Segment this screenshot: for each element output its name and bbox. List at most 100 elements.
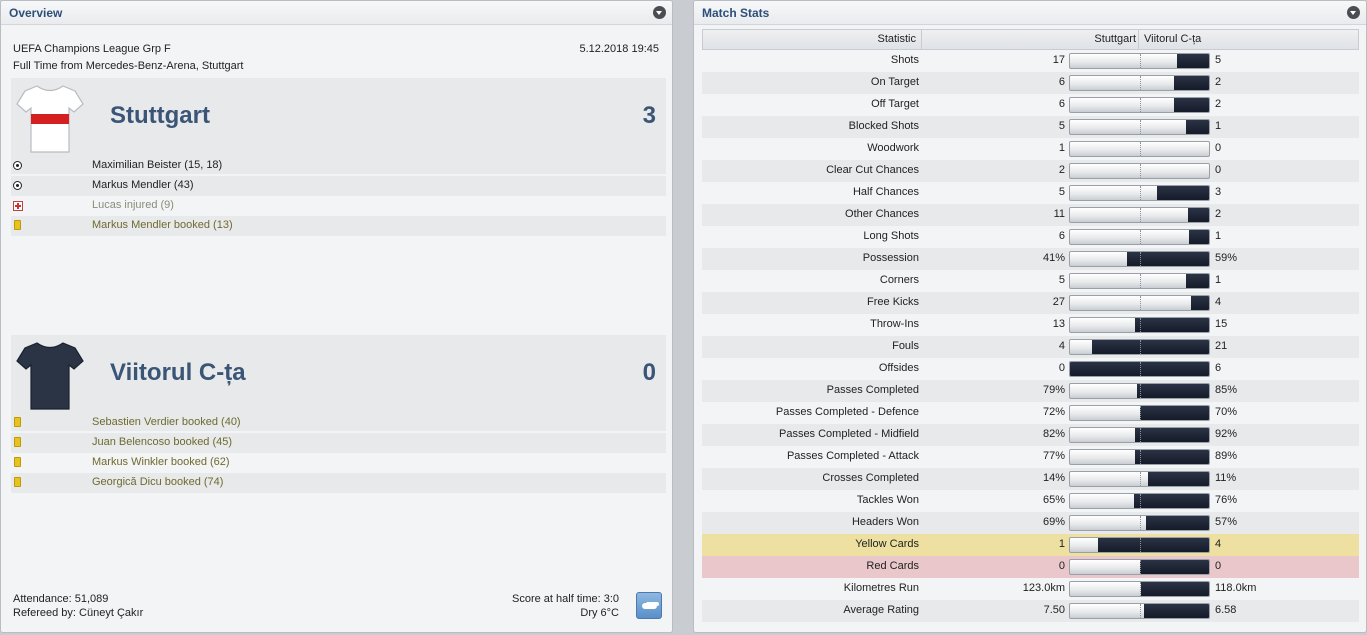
stat-label: On Target	[870, 76, 919, 88]
home-event-row: Markus Mendler (43)	[11, 176, 666, 196]
stat-bar-away-fill	[1135, 428, 1209, 442]
stat-comparison-bar	[1069, 251, 1210, 267]
away-event-text[interactable]: Juan Belencoso booked (45)	[92, 436, 232, 448]
stat-bar-midline	[1140, 340, 1141, 354]
stat-away-value: 1	[1215, 274, 1222, 286]
stat-comparison-bar	[1069, 383, 1210, 399]
away-event-text[interactable]: Sebastien Verdier booked (40)	[92, 416, 241, 428]
stat-comparison-bar	[1069, 97, 1210, 113]
stat-bar-away-fill	[1191, 296, 1209, 310]
stat-row: Yellow Cards 1 4	[702, 534, 1359, 556]
stat-home-value: 79%	[1042, 384, 1065, 396]
stat-bar-midline	[1140, 296, 1141, 310]
stat-home-value: 72%	[1042, 406, 1065, 418]
ball-icon	[13, 161, 22, 170]
stat-row: Other Chances 11 2	[702, 204, 1359, 226]
stat-label: Passes Completed - Midfield	[778, 428, 919, 440]
stat-away-value: 85%	[1215, 384, 1238, 396]
stat-label: Shots	[890, 54, 919, 66]
stat-comparison-bar	[1069, 339, 1210, 355]
stat-bar-midline	[1140, 582, 1141, 596]
stat-home-value: 2	[1058, 164, 1065, 176]
stat-home-value: 0	[1058, 362, 1065, 374]
stat-bar-away-fill	[1140, 582, 1209, 596]
stat-label: Woodwork	[867, 142, 919, 154]
stat-home-value: 82%	[1042, 428, 1065, 440]
stat-bar-midline	[1140, 428, 1141, 442]
stat-row: Woodwork 1 0	[702, 138, 1359, 160]
stat-comparison-bar	[1069, 603, 1210, 619]
stat-bar-midline	[1140, 142, 1141, 156]
stat-bar-midline	[1140, 274, 1141, 288]
column-header-statistic[interactable]: Statistic	[703, 30, 922, 49]
stat-row: Passes Completed - Attack 77% 89%	[702, 446, 1359, 468]
stat-label: Other Chances	[845, 208, 919, 220]
stat-home-value: 4	[1058, 340, 1065, 352]
home-event-text[interactable]: Markus Mendler (43)	[92, 179, 193, 191]
stat-home-value: 6	[1058, 230, 1065, 242]
stat-bar-midline	[1140, 120, 1141, 134]
away-event-text[interactable]: Markus Winkler booked (62)	[92, 456, 230, 468]
stat-home-value: 65%	[1042, 494, 1065, 506]
match-stats-header: Match Stats	[694, 1, 1366, 25]
stat-label: Clear Cut Chances	[826, 164, 919, 176]
ball-icon	[13, 181, 22, 190]
stat-comparison-bar	[1069, 471, 1210, 487]
stat-label: Crosses Completed	[822, 472, 919, 484]
stat-home-value: 27	[1052, 296, 1065, 308]
stat-away-value: 59%	[1215, 252, 1238, 264]
stat-bar-away-fill	[1134, 318, 1209, 332]
home-event-row: Markus Mendler booked (13)	[11, 216, 666, 236]
yellow-card-icon	[14, 437, 21, 447]
home-event-row: Maximilian Beister (15, 18)	[11, 156, 666, 176]
stat-row: Off Target 6 2	[702, 94, 1359, 116]
away-event-row: Juan Belencoso booked (45)	[11, 433, 666, 453]
home-event-text[interactable]: Markus Mendler booked (13)	[92, 219, 233, 231]
stat-bar-midline	[1140, 318, 1141, 332]
column-header-away[interactable]: Viitorul C-ța	[1144, 30, 1201, 49]
stat-bar-midline	[1140, 54, 1141, 68]
venue-label: Full Time from Mercedes-Benz-Arena, Stut…	[13, 60, 244, 72]
away-event-row: Sebastien Verdier booked (40)	[11, 413, 666, 433]
away-event-text[interactable]: Georgică Dicu booked (74)	[92, 476, 223, 488]
stat-home-value: 69%	[1042, 516, 1065, 528]
stat-row: Red Cards 0 0	[702, 556, 1359, 578]
stat-away-value: 5	[1215, 54, 1222, 66]
stat-bar-away-fill	[1156, 186, 1209, 200]
stat-bar-midline	[1140, 450, 1141, 464]
stat-row: Possession 41% 59%	[702, 248, 1359, 270]
stat-away-value: 15	[1215, 318, 1228, 330]
home-event-text[interactable]: Maximilian Beister (15, 18)	[92, 159, 222, 171]
stat-away-value: 2	[1215, 98, 1222, 110]
stat-away-value: 89%	[1215, 450, 1238, 462]
stat-bar-midline	[1140, 76, 1141, 90]
stat-home-value: 6	[1058, 98, 1065, 110]
stat-home-value: 11	[1053, 208, 1065, 220]
match-stats-collapse-icon[interactable]	[1347, 6, 1360, 19]
stat-bar-midline	[1140, 406, 1141, 420]
stat-comparison-bar	[1069, 53, 1210, 69]
home-event-text[interactable]: Lucas injured (9)	[92, 199, 174, 211]
stat-bar-midline	[1140, 604, 1141, 618]
away-team-name[interactable]: Viitorul C-ța	[110, 359, 246, 387]
stat-bar-midline	[1140, 208, 1141, 222]
stat-bar-midline	[1140, 538, 1141, 552]
stat-row: Corners 5 1	[702, 270, 1359, 292]
stat-bar-away-fill	[1134, 450, 1209, 464]
stat-away-value: 0	[1215, 164, 1222, 176]
cloud-icon	[636, 592, 662, 619]
stat-label: Possession	[862, 252, 919, 264]
column-header-home[interactable]: Stuttgart	[923, 30, 1139, 49]
stat-comparison-bar	[1069, 295, 1210, 311]
overview-collapse-icon[interactable]	[653, 6, 666, 19]
stat-away-value: 70%	[1215, 406, 1238, 418]
home-team-name[interactable]: Stuttgart	[110, 102, 210, 130]
overview-header: Overview	[1, 1, 672, 25]
stat-row: On Target 6 2	[702, 72, 1359, 94]
stat-label: Passes Completed	[826, 384, 919, 396]
stat-away-value: 11%	[1215, 472, 1237, 484]
match-stats-panel: Match Stats Statistic Stuttgart Viitorul…	[693, 0, 1367, 633]
stat-away-value: 21	[1215, 340, 1228, 352]
stat-row: Passes Completed - Defence 72% 70%	[702, 402, 1359, 424]
stat-home-value: 6	[1058, 76, 1065, 88]
